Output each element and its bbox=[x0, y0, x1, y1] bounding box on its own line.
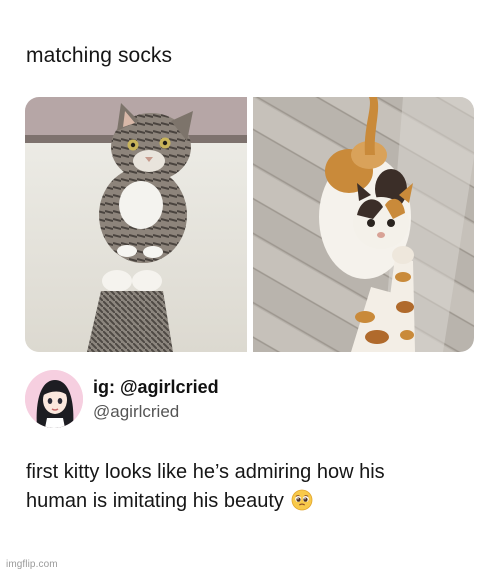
caption-line-1: first kitty looks like he’s admiring how… bbox=[26, 461, 385, 483]
post-title: matching socks bbox=[26, 44, 173, 67]
watermark: imgflip.com bbox=[6, 559, 58, 570]
tabby-cat-illustration bbox=[25, 97, 247, 352]
pleading-face-emoji-icon bbox=[291, 489, 313, 511]
calico-cat-photo[interactable] bbox=[253, 97, 474, 352]
calico-cat-illustration bbox=[253, 97, 474, 352]
tabby-cat-photo[interactable] bbox=[25, 97, 247, 352]
post-author: ig: @agirlcried @agirlcried bbox=[25, 370, 465, 430]
photo-grid bbox=[25, 97, 474, 352]
author-username[interactable]: @agirlcried bbox=[93, 402, 179, 422]
caption-line-2: human is imitating his beauty bbox=[26, 487, 476, 516]
anime-girl-avatar-icon bbox=[25, 370, 83, 428]
avatar[interactable] bbox=[25, 370, 83, 428]
caption-line-2-text: human is imitating his beauty bbox=[26, 490, 284, 512]
author-display-handle[interactable]: ig: @agirlcried bbox=[93, 377, 219, 398]
post-caption: first kitty looks like he’s admiring how… bbox=[26, 458, 476, 516]
